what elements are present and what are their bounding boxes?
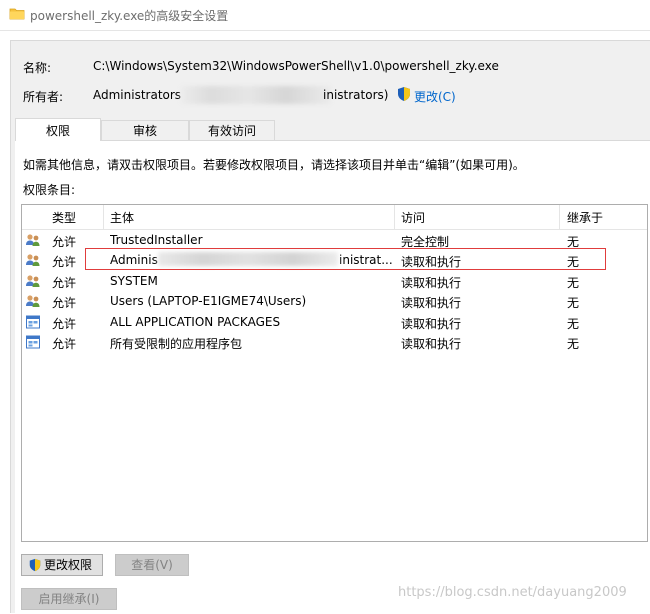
users-icon <box>26 254 40 266</box>
permission-entries-label: 权限条目: <box>23 183 76 197</box>
tab-effective-access[interactable]: 有效访问 <box>189 120 275 140</box>
entry-inherited-from: 无 <box>567 255 580 269</box>
change-permissions-label: 更改权限 <box>44 558 93 572</box>
users-icon <box>26 234 40 246</box>
entry-access: 读取和执行 <box>401 276 462 290</box>
security-settings-dialog: 名称: C:\Windows\System32\WindowsPowerShel… <box>10 40 650 614</box>
column-separator[interactable] <box>559 205 560 229</box>
list-header: 类型 主体 访问 继承于 <box>22 205 647 230</box>
enable-inheritance-button[interactable]: 启用继承(I) <box>21 588 117 610</box>
column-header-inherited-from[interactable]: 继承于 <box>567 209 603 226</box>
uac-shield-icon <box>29 558 41 572</box>
table-row[interactable]: 允许 所有受限制的应用程序包 读取和执行 无 <box>22 332 647 352</box>
entry-principal: Adminis <box>110 253 158 267</box>
entry-type: 允许 <box>52 296 77 310</box>
entry-access: 读取和执行 <box>401 317 462 331</box>
uac-shield-icon <box>398 87 410 101</box>
redacted-blur <box>181 86 331 104</box>
column-header-principal[interactable]: 主体 <box>110 209 134 226</box>
entry-principal: 所有受限制的应用程序包 <box>110 337 243 351</box>
entry-principal: ALL APPLICATION PACKAGES <box>110 315 281 329</box>
watermark: https://blog.csdn.net/dayuang2009 <box>398 585 627 600</box>
change-owner-link[interactable]: 更改(C) <box>414 88 456 105</box>
name-label: 名称: <box>23 61 52 75</box>
tab-bar: 权限 审核 有效访问 <box>15 118 650 141</box>
view-button[interactable]: 查看(V) <box>115 554 189 576</box>
tab-auditing[interactable]: 审核 <box>101 120 189 140</box>
column-separator[interactable] <box>103 205 104 229</box>
redacted-blur <box>158 252 338 266</box>
entry-inherited-from: 无 <box>567 235 580 249</box>
entry-access: 读取和执行 <box>401 337 462 351</box>
title-bar: powershell_zky.exe的高级安全设置 <box>0 0 650 31</box>
permissions-panel: 如需其他信息，请双击权限项目。若要修改权限项目，请选择该项目并单击“编辑”(如果… <box>15 140 650 614</box>
table-row[interactable]: 允许 TrustedInstaller 完全控制 无 <box>22 230 647 250</box>
entry-inherited-from: 无 <box>567 317 580 331</box>
entry-principal: SYSTEM <box>110 274 158 288</box>
info-text: 如需其他信息，请双击权限项目。若要修改权限项目，请选择该项目并单击“编辑”(如果… <box>23 158 525 172</box>
entry-access: 读取和执行 <box>401 255 462 269</box>
entry-principal-tail: inistrat... <box>339 253 393 267</box>
tab-permissions[interactable]: 权限 <box>15 118 101 141</box>
window-title: powershell_zky.exe的高级安全设置 <box>30 9 229 23</box>
owner-label: 所有者: <box>23 90 64 104</box>
change-permissions-button[interactable]: 更改权限 <box>21 554 103 576</box>
table-row[interactable]: 允许 Users (LAPTOP-E1IGME74\Users) 读取和执行 无 <box>22 291 647 311</box>
package-icon <box>26 315 40 329</box>
users-icon <box>26 275 40 287</box>
users-icon <box>26 295 40 307</box>
entry-type: 允许 <box>52 255 77 269</box>
entry-type: 允许 <box>52 276 77 290</box>
entry-type: 允许 <box>52 235 77 249</box>
entry-access: 读取和执行 <box>401 296 462 310</box>
entry-inherited-from: 无 <box>567 276 580 290</box>
column-header-access[interactable]: 访问 <box>401 209 425 226</box>
owner-value-end: inistrators) <box>323 88 389 102</box>
file-path-value: C:\Windows\System32\WindowsPowerShell\v1… <box>93 59 499 73</box>
folder-icon <box>9 8 25 20</box>
entry-principal: Users (LAPTOP-E1IGME74\Users) <box>110 294 307 308</box>
entry-inherited-from: 无 <box>567 337 580 351</box>
entry-access: 完全控制 <box>401 235 450 249</box>
entry-principal: TrustedInstaller <box>110 233 203 247</box>
column-separator[interactable] <box>394 205 395 229</box>
table-row[interactable]: 允许 SYSTEM 读取和执行 无 <box>22 271 647 291</box>
permission-entries-list[interactable]: 类型 主体 访问 继承于 允许 TrustedInstaller 完全控制 无 <box>21 204 648 542</box>
column-header-type[interactable]: 类型 <box>52 209 76 226</box>
table-row[interactable]: 允许 ALL APPLICATION PACKAGES 读取和执行 无 <box>22 312 647 332</box>
package-icon <box>26 335 40 349</box>
entry-inherited-from: 无 <box>567 296 580 310</box>
owner-value-start: Administrators <box>93 88 182 102</box>
entry-type: 允许 <box>52 317 77 331</box>
entry-type: 允许 <box>52 337 77 351</box>
